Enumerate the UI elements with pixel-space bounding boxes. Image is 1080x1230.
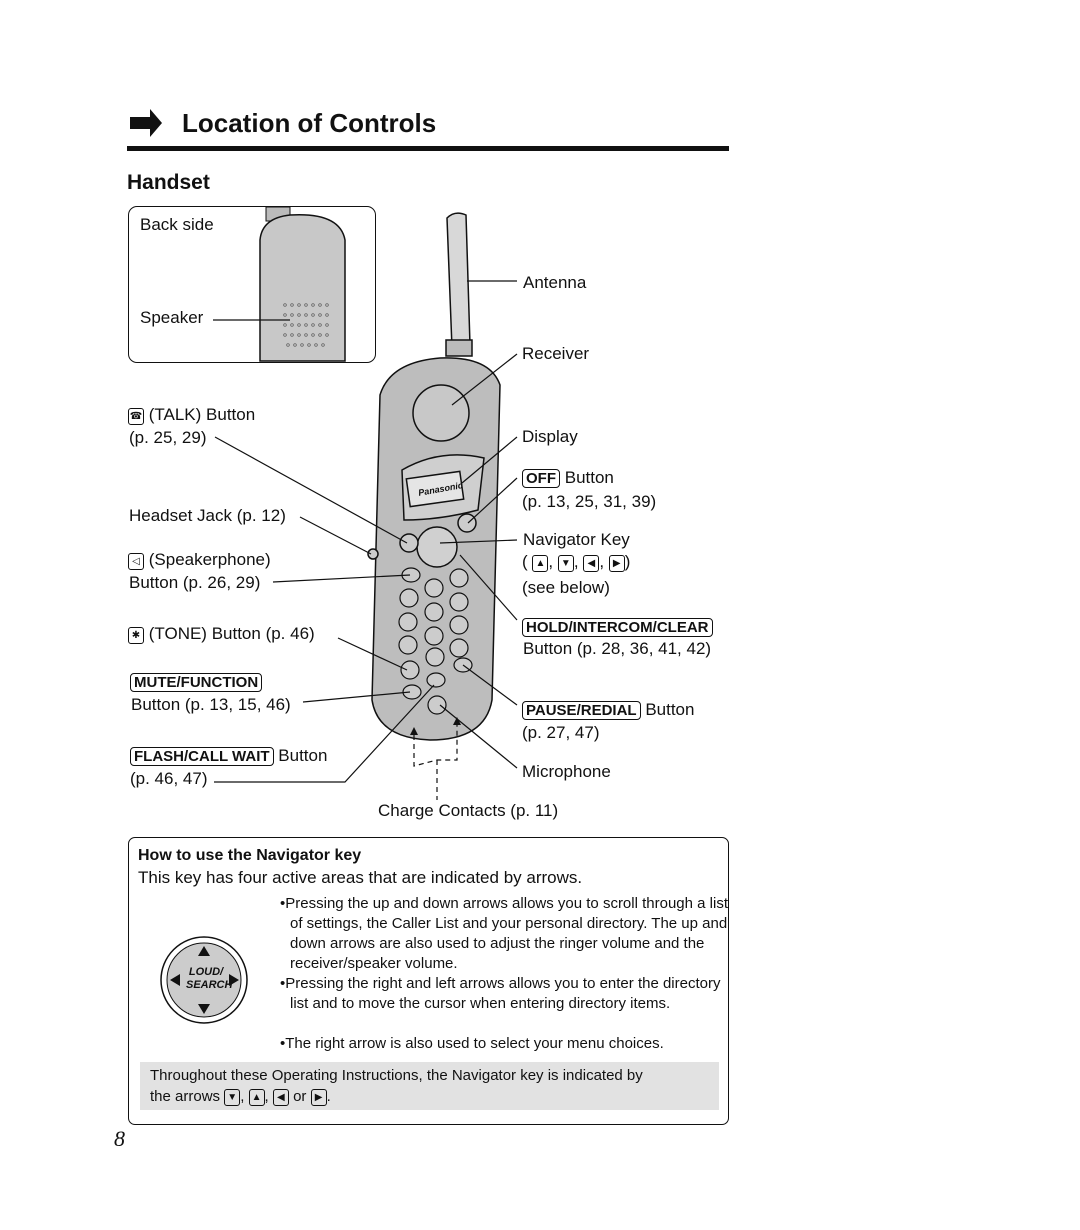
talk-text: (TALK) Button xyxy=(148,405,256,424)
bullet-text: Pressing the up and down arrows allows y… xyxy=(285,895,728,972)
flash-text: Button xyxy=(278,746,328,765)
off-text: Button xyxy=(564,468,614,487)
up-key-icon: ▲ xyxy=(248,1089,265,1106)
paren: ( xyxy=(522,552,528,571)
manual-page: Location of Controls Handset Back side S… xyxy=(0,0,1080,1230)
microphone-label: Microphone xyxy=(522,762,611,781)
navigator-see: (see below) xyxy=(522,578,610,597)
navigator-help-heading: How to use the Navigator key xyxy=(138,847,362,864)
bullet-2: •Pressing the right and left arrows allo… xyxy=(280,975,721,1012)
display-label: Display xyxy=(522,427,578,446)
talk-pages: (p. 25, 29) xyxy=(129,428,207,447)
off-button-label: OFF Button xyxy=(522,468,614,488)
headset-label: Headset Jack (p. 12) xyxy=(129,506,286,525)
back-side-label: Back side xyxy=(140,215,214,234)
hold-key: HOLD/INTERCOM/CLEAR xyxy=(522,617,713,637)
bullet-text: Pressing the right and left arrows allow… xyxy=(285,975,721,1012)
note-line-2: the arrows ▼, ▲, ◀ or ▶. xyxy=(150,1088,331,1106)
loud-text: LOUD/ xyxy=(188,966,224,978)
right-arrow-icon xyxy=(130,109,162,137)
navigator-arrows: ( ▲, ▼, ◀, ▶) xyxy=(522,552,631,572)
down-key-icon: ▼ xyxy=(557,555,574,572)
mute-key: MUTE/FUNCTION xyxy=(130,672,263,692)
speakerphone-text: (Speakerphone) xyxy=(148,550,271,569)
bullet-1: •Pressing the up and down arrows allows … xyxy=(280,895,728,972)
off-key: OFF xyxy=(522,469,560,488)
title-rule xyxy=(127,146,729,151)
page-number: 8 xyxy=(114,1126,125,1151)
up-key-icon: ▲ xyxy=(532,555,549,572)
right-key-icon: ▶ xyxy=(310,1089,327,1106)
pause-key: PAUSE/REDIAL xyxy=(522,701,641,720)
pause-pages: (p. 27, 47) xyxy=(522,723,600,742)
tone-text: (TONE) Button (p. 46) xyxy=(148,624,315,643)
flash-pages: (p. 46, 47) xyxy=(130,769,208,788)
left-key-icon: ◀ xyxy=(583,555,600,572)
speakerphone-key-icon: ◁ xyxy=(128,553,144,570)
antenna-label: Antenna xyxy=(523,273,587,292)
pause-button-label: PAUSE/REDIAL Button xyxy=(522,700,694,720)
speakerphone-label: ◁ (Speakerphone) xyxy=(128,550,271,570)
charge-contacts-label: Charge Contacts (p. 11) xyxy=(378,801,559,820)
mute-key-label: MUTE/FUNCTION xyxy=(130,673,263,692)
talk-label: ☎ (TALK) Button xyxy=(128,405,255,425)
speaker-label: Speaker xyxy=(140,308,204,327)
note-line-1: Throughout these Operating Instructions,… xyxy=(150,1067,643,1084)
bullet-3: •The right arrow is also used to select … xyxy=(280,1035,664,1052)
star-key-icon: ✱ xyxy=(128,627,144,644)
search-text: SEARCH xyxy=(186,979,233,991)
loud-search-label: LOUD/SEARCH xyxy=(186,966,233,992)
navigator-help-intro: This key has four active areas that are … xyxy=(138,868,583,887)
talk-key-icon: ☎ xyxy=(128,408,144,425)
note-text: the arrows xyxy=(150,1088,221,1105)
navigator-label: Navigator Key xyxy=(523,530,630,549)
page-title: Location of Controls xyxy=(182,108,437,138)
bullet-text: The right arrow is also used to select y… xyxy=(285,1035,664,1052)
hold-key-label: HOLD/INTERCOM/CLEAR xyxy=(522,618,713,637)
mute-pages: Button (p. 13, 15, 46) xyxy=(131,695,291,714)
hold-pages: Button (p. 28, 36, 41, 42) xyxy=(523,639,712,658)
or-text: or xyxy=(293,1088,307,1105)
pause-text: Button xyxy=(645,700,695,719)
right-key-icon: ▶ xyxy=(608,555,625,572)
left-key-icon: ◀ xyxy=(272,1089,289,1106)
section-heading: Handset xyxy=(127,171,210,194)
off-pages: (p. 13, 25, 31, 39) xyxy=(522,492,657,511)
paren: ) xyxy=(624,552,631,571)
speakerphone-pages: Button (p. 26, 29) xyxy=(129,573,261,592)
flash-key: FLASH/CALL WAIT xyxy=(130,747,274,766)
tone-label: ✱ (TONE) Button (p. 46) xyxy=(128,624,315,644)
receiver-label: Receiver xyxy=(522,344,590,363)
flash-button-label: FLASH/CALL WAIT Button xyxy=(130,746,327,766)
down-key-icon: ▼ xyxy=(224,1089,241,1106)
